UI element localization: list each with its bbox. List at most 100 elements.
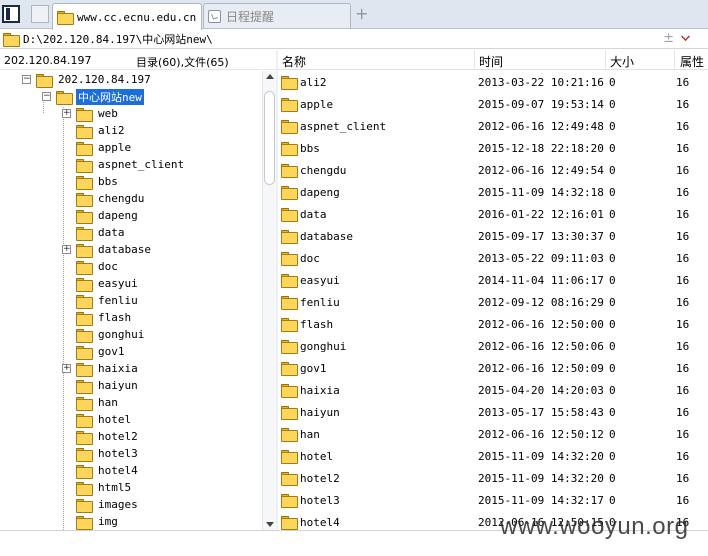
file-name: gonghui [300,340,347,353]
tree-item-label: hotel4 [98,464,138,477]
column-attr[interactable]: 属性 [680,53,704,70]
file-row[interactable]: hotel2 2015-11-09 14:32:20 0 16 [278,467,708,489]
folder-icon [76,192,93,207]
path-text[interactable]: D:\202.120.84.197\中心网站new\ [23,31,213,47]
tree-item[interactable]: haiyun [76,377,140,394]
file-row[interactable]: hotel3 2015-11-09 14:32:17 0 16 [278,489,708,511]
expand-icon[interactable]: + [62,364,71,373]
tree-item-label: hotel3 [98,447,138,460]
tree-item[interactable]: hotel [76,411,133,428]
tree-item[interactable]: + web [62,105,120,122]
new-window-icon[interactable] [31,5,49,23]
tree-item[interactable]: img [76,513,120,530]
tree-item[interactable]: + haixia [62,360,140,377]
column-divider[interactable] [674,50,675,70]
folder-icon [76,464,93,479]
file-row[interactable]: doc 2013-05-22 09:11:03 0 16 [278,247,708,269]
tree-item[interactable]: flash [76,309,133,326]
tab-schedule[interactable]: 日程提醒 [203,3,351,28]
tree-root[interactable]: − 202.120.84.197 [22,71,153,88]
file-row[interactable]: ali2 2013-03-22 10:21:16 0 16 [278,71,708,93]
file-row[interactable]: han 2012-06-16 12:50:12 0 16 [278,423,708,445]
folder-icon [281,208,298,222]
tree-item[interactable]: ali2 [76,122,127,139]
scroll-up-arrow-icon[interactable] [266,74,274,79]
new-tab-button[interactable]: + [355,4,368,23]
file-row[interactable]: flash 2012-06-16 12:50:00 0 16 [278,313,708,335]
folder-icon [76,277,93,292]
tree-item[interactable]: + database [62,241,153,258]
file-row[interactable]: gov1 2012-06-16 12:50:09 0 16 [278,357,708,379]
file-attr: 16 [676,76,690,89]
file-name: bbs [300,142,320,155]
tab-site[interactable]: www.cc.ecnu.edu.cn [52,3,202,30]
file-row[interactable]: database 2015-09-17 13:30:37 0 16 [278,225,708,247]
tree-item[interactable]: hotel2 [76,428,140,445]
tree-item[interactable]: chengdu [76,190,146,207]
file-row[interactable]: dapeng 2015-11-09 14:32:18 0 16 [278,181,708,203]
file-row[interactable]: aspnet_client 2012-06-16 12:49:48 0 16 [278,115,708,137]
tree-item[interactable]: aspnet_client [76,156,186,173]
file-size: 0 [609,120,616,133]
tree-item[interactable]: han [76,394,120,411]
tree-item[interactable]: gov1 [76,343,127,360]
file-time: 2015-12-18 22:18:20 [478,142,604,155]
chevron-down-icon[interactable] [681,32,690,41]
tree-item-label: gov1 [98,345,125,358]
tree-item-label: aspnet_client [98,158,185,171]
folder-icon [76,311,93,326]
file-name: fenliu [300,296,340,309]
collapse-icon[interactable]: − [42,92,51,101]
file-row[interactable]: easyui 2014-11-04 11:06:17 0 16 [278,269,708,291]
tree-item[interactable]: bbs [76,173,120,190]
folder-icon [281,142,298,156]
column-size[interactable]: 大小 [610,53,634,70]
column-divider[interactable] [605,50,606,70]
folder-icon [76,413,93,428]
file-row[interactable]: apple 2015-09-07 19:53:14 0 16 [278,93,708,115]
folder-icon [76,515,93,530]
file-attr: 16 [676,472,690,485]
tree-item[interactable]: easyui [76,275,140,292]
tree-item[interactable]: hotel4 [76,462,140,479]
file-row[interactable]: chengdu 2012-06-16 12:49:54 0 16 [278,159,708,181]
plus-minus-icon[interactable]: ± [663,31,674,46]
tree-item[interactable]: fenliu [76,292,140,309]
file-row[interactable]: haixia 2015-04-20 14:20:03 0 16 [278,379,708,401]
file-row[interactable]: gonghui 2012-06-16 12:50:06 0 16 [278,335,708,357]
tree-item[interactable]: html5 [76,479,133,496]
expand-icon[interactable]: + [62,245,71,254]
file-row[interactable]: fenliu 2012-09-12 08:16:29 0 16 [278,291,708,313]
tree-item-selected[interactable]: − 中心网站new [42,88,144,105]
folder-icon [56,90,73,105]
file-row[interactable]: bbs 2015-12-18 22:18:20 0 16 [278,137,708,159]
column-divider[interactable] [474,50,475,70]
folder-icon [281,362,298,376]
file-row[interactable]: hotel 2015-11-09 14:32:20 0 16 [278,445,708,467]
folder-tree: −202.120.84.197− 中心网站new + web ali2 apple aspn… [0,71,262,530]
tree-item[interactable]: data [76,224,127,241]
file-name: chengdu [300,164,347,177]
window-icon[interactable] [2,5,20,23]
address-bar[interactable]: D:\202.120.84.197\中心网站new\ ± [0,29,708,49]
tree-item[interactable]: gonghui [76,326,146,343]
file-row[interactable]: haiyun 2013-05-17 15:58:43 0 16 [278,401,708,423]
scroll-down-arrow-icon[interactable] [266,522,274,527]
folder-icon [76,158,93,173]
file-row[interactable]: data 2016-01-22 12:16:01 0 16 [278,203,708,225]
tree-item[interactable]: hotel3 [76,445,140,462]
collapse-icon[interactable]: − [22,75,31,84]
column-time[interactable]: 时间 [479,53,503,70]
expand-icon[interactable]: + [62,109,71,118]
tree-item-label: img [98,515,118,528]
folder-icon [76,396,93,411]
tree-scrollbar[interactable] [262,71,276,530]
tree-item[interactable]: dapeng [76,207,140,224]
column-name[interactable]: 名称 [282,53,306,70]
scroll-thumb[interactable] [264,91,275,185]
tree-item-label: 中心网站new [76,88,144,105]
tree-item[interactable]: images [76,496,140,513]
tree-item[interactable]: doc [76,258,120,275]
file-attr: 16 [676,120,690,133]
tree-item[interactable]: apple [76,139,133,156]
